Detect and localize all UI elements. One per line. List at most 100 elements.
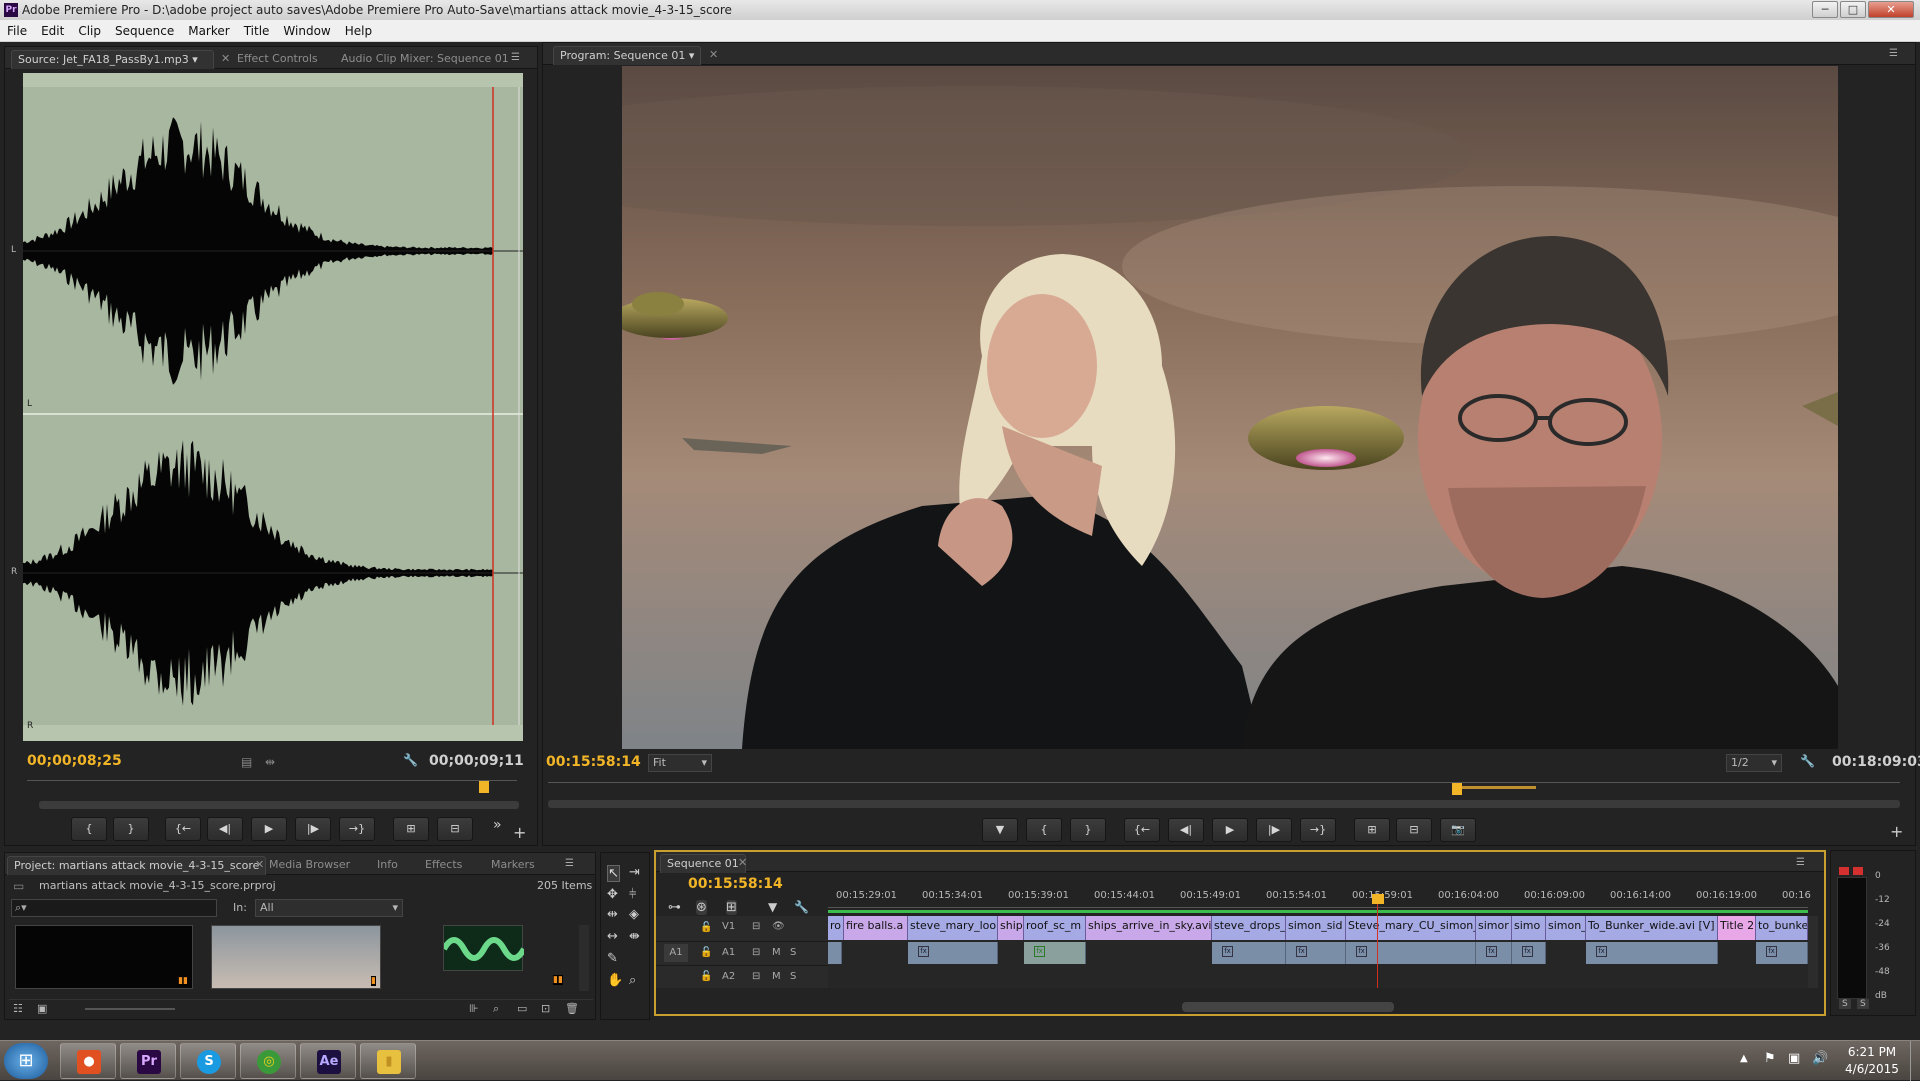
clip-v1[interactable]: simon_sid <box>1286 916 1346 940</box>
in-filter-dropdown[interactable]: All ▾ <box>255 899 403 917</box>
eye-icon[interactable]: 👁 <box>772 921 785 932</box>
panel-menu-icon[interactable]: ☰ <box>1796 857 1805 868</box>
show-desktop-button[interactable] <box>1910 1041 1920 1081</box>
linked-selection-icon[interactable]: ⊛ <box>696 900 707 915</box>
action-center-icon[interactable]: ⚑ <box>1764 1051 1776 1066</box>
clip-v1[interactable]: Title 2 <box>1718 916 1756 940</box>
hand-tool-icon[interactable]: ✋ <box>607 973 623 988</box>
meter-solo-left-button[interactable]: S <box>1839 999 1851 1009</box>
volume-icon[interactable]: 🔊 <box>1812 1051 1828 1066</box>
project-scrollbar[interactable] <box>579 925 589 991</box>
track-label-a2[interactable]: A2 <box>722 971 735 982</box>
close-tab-icon[interactable]: ✕ <box>732 854 753 873</box>
audio-clip[interactable]: fx <box>1476 942 1512 964</box>
clip-v1[interactable]: roof_sc_m <box>1024 916 1086 940</box>
find-icon[interactable]: ⌕ <box>493 1002 499 1016</box>
network-icon[interactable]: ▣ <box>1788 1051 1800 1066</box>
audio-clip[interactable]: fx <box>908 942 998 964</box>
source-time-ruler[interactable] <box>27 780 517 798</box>
button-editor-plus-icon[interactable]: + <box>513 823 526 842</box>
track-select-tool-icon[interactable]: ⇥ <box>629 865 640 880</box>
extract-button[interactable]: ⊟ <box>1396 818 1432 842</box>
slip-tool-icon[interactable]: ↔ <box>607 929 618 944</box>
audio-clip[interactable]: fx <box>1512 942 1546 964</box>
search-input[interactable]: ⌕▾ <box>11 899 217 917</box>
fit-dropdown[interactable]: Fit ▾ <box>648 754 712 772</box>
close-button[interactable]: ✕ <box>1868 1 1914 18</box>
audio-clip[interactable]: fx <box>1586 942 1718 964</box>
minimize-button[interactable]: ─ <box>1812 1 1838 18</box>
audio-clip[interactable]: fx <box>1756 942 1808 964</box>
program-zoom-scrollbar[interactable] <box>548 800 1900 808</box>
overwrite-button[interactable]: ⊟ <box>437 817 473 841</box>
timeline-timecode[interactable]: 00:15:58:14 <box>688 876 783 892</box>
program-go-to-in-button[interactable]: {← <box>1124 818 1160 842</box>
mark-out-button[interactable]: } <box>113 817 149 841</box>
more-controls-icon[interactable]: » <box>493 817 502 833</box>
menu-help[interactable]: Help <box>338 20 379 42</box>
maximize-button[interactable]: □ <box>1840 1 1866 18</box>
lock-icon[interactable]: 🔓 <box>700 922 712 933</box>
panel-menu-icon[interactable]: ☰ <box>1889 48 1898 59</box>
program-step-forward-button[interactable]: |▶ <box>1256 818 1292 842</box>
tray-date[interactable]: 4/6/2015 <box>1842 1062 1902 1076</box>
solo-button[interactable]: S <box>790 947 796 958</box>
lock-icon[interactable]: 🔓 <box>700 947 712 958</box>
program-current-timecode[interactable]: 00:15:58:14 <box>546 754 641 770</box>
source-patch-a1[interactable]: A1 <box>664 944 688 962</box>
program-button-editor-plus-icon[interactable]: + <box>1890 822 1903 841</box>
close-tab-icon[interactable]: ✕ <box>703 46 724 65</box>
solo-button[interactable]: S <box>790 971 796 982</box>
drag-video-icon[interactable]: ▤ <box>241 755 252 769</box>
program-go-to-out-button[interactable]: →} <box>1300 818 1336 842</box>
insert-button[interactable]: ⊞ <box>393 817 429 841</box>
menu-clip[interactable]: Clip <box>71 20 108 42</box>
sync-lock-icon[interactable]: ⊟ <box>752 921 760 932</box>
step-forward-button[interactable]: |▶ <box>295 817 331 841</box>
audio-clip[interactable]: fx <box>1212 942 1286 964</box>
track-label-a1[interactable]: A1 <box>722 947 735 958</box>
clip-v1[interactable]: fire balls.a <box>844 916 908 940</box>
program-mark-in-button[interactable]: { <box>1026 818 1062 842</box>
clip-v1[interactable]: steve_mary_look <box>908 916 998 940</box>
menu-sequence[interactable]: Sequence <box>108 20 181 42</box>
panel-menu-icon[interactable]: ☰ <box>565 858 574 869</box>
menu-window[interactable]: Window <box>276 20 337 42</box>
wrench-icon[interactable]: 🔧 <box>1800 754 1815 768</box>
panel-menu-icon[interactable]: ☰ <box>511 52 520 63</box>
tab-effects[interactable]: Effects <box>419 856 468 875</box>
menu-file[interactable]: File <box>0 20 34 42</box>
wrench-icon[interactable]: 🔧 <box>403 753 418 767</box>
list-view-icon[interactable]: ☷ <box>13 1002 23 1015</box>
taskbar-app-after-effects[interactable]: Ae <box>300 1043 356 1079</box>
go-to-in-button[interactable]: {← <box>165 817 201 841</box>
program-mark-out-button[interactable]: } <box>1070 818 1106 842</box>
taskbar-app-premiere[interactable]: Pr <box>120 1043 176 1079</box>
tab-project[interactable]: Project: martians attack movie_4-3-15_sc… <box>7 856 267 875</box>
clip-v1[interactable]: to_bunke <box>1756 916 1808 940</box>
thumbnail-size-slider[interactable] <box>85 1008 175 1010</box>
tab-markers[interactable]: Markers <box>485 856 541 875</box>
tab-source[interactable]: Source: Jet_FA18_PassBy1.mp3 ▾ <box>11 50 214 69</box>
menu-edit[interactable]: Edit <box>34 20 71 42</box>
lift-button[interactable]: ⊞ <box>1354 818 1390 842</box>
clip-v1[interactable]: simon_ <box>1546 916 1586 940</box>
source-zoom-scrollbar[interactable] <box>39 801 519 809</box>
add-marker-button[interactable]: ▼ <box>982 818 1018 842</box>
clip-v1[interactable]: simo <box>1512 916 1546 940</box>
tab-effect-controls[interactable]: Effect Controls <box>231 50 324 69</box>
menu-title[interactable]: Title <box>237 20 277 42</box>
slide-tool-icon[interactable]: ⇼ <box>629 929 640 944</box>
taskbar-app-explorer[interactable]: ▮ <box>360 1043 416 1079</box>
menu-marker[interactable]: Marker <box>181 20 236 42</box>
export-frame-button[interactable]: 📷 <box>1440 818 1476 842</box>
program-playhead-icon[interactable] <box>1452 783 1462 795</box>
program-video-frame[interactable] <box>622 66 1838 749</box>
sync-lock-icon[interactable]: ⊟ <box>752 971 760 982</box>
tab-media-browser[interactable]: Media Browser <box>263 856 356 875</box>
zoom-tool-icon[interactable]: ⌕ <box>629 973 636 988</box>
timeline-horizontal-scrollbar[interactable] <box>1182 1002 1394 1012</box>
project-thumbnail-audio[interactable] <box>441 925 527 971</box>
project-thumbnail-sky[interactable]: ▮ <box>211 925 381 989</box>
selection-tool-icon[interactable]: ↖ <box>607 865 620 882</box>
